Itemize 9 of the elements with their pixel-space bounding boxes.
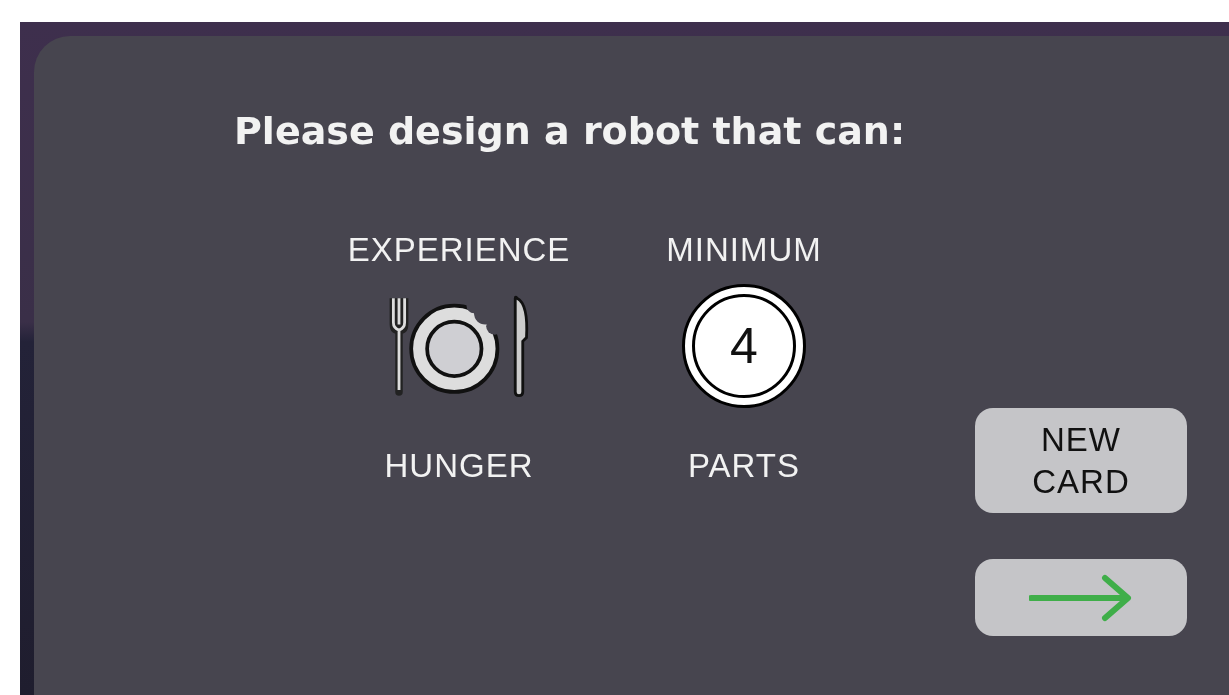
requirement-label: EXPERIENCE	[347, 230, 571, 270]
new-card-button[interactable]: NEW CARD	[975, 408, 1187, 513]
requirement-label: PARTS	[688, 446, 800, 486]
number-text: 4	[730, 321, 758, 371]
prompt-title: Please design a robot that can:	[234, 108, 906, 155]
next-button[interactable]	[975, 559, 1187, 636]
requirement-label: MINIMUM	[666, 230, 822, 270]
arrow-right-icon	[1029, 573, 1133, 622]
requirement-label: HUNGER	[384, 446, 534, 486]
